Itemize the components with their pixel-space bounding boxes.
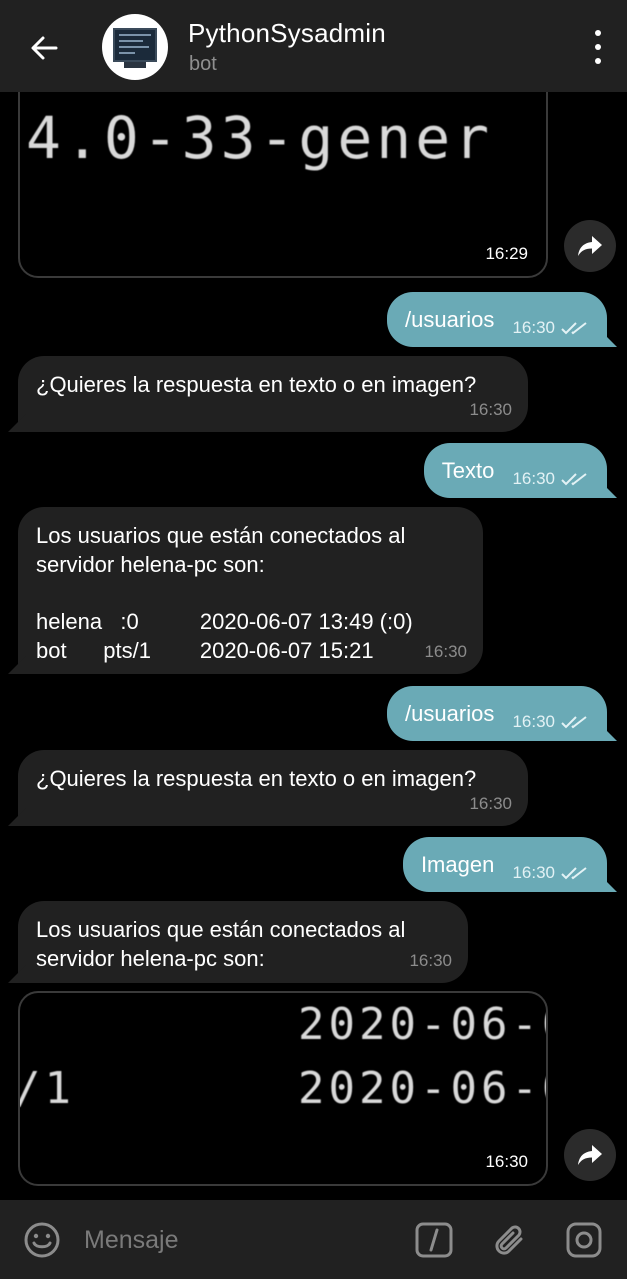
message-time: 16:30: [512, 318, 555, 337]
back-arrow-icon[interactable]: [24, 28, 64, 68]
chat-header: PythonSysadmin bot: [0, 0, 627, 92]
image-text: 2020-06-0: [298, 999, 548, 1050]
message-time: 16:30: [485, 1152, 528, 1171]
image-text: /1: [18, 1063, 75, 1114]
image-message[interactable]: 4.0-33-gener 16:29: [18, 92, 548, 278]
incoming-message[interactable]: Los usuarios que están conectados al ser…: [8, 901, 468, 983]
message-text: Imagen: [420, 852, 495, 877]
message-time: 16:30: [424, 642, 467, 661]
message-text: bot pts/1 2020-06-07 15:21: [36, 638, 374, 663]
image-text: 4.0-33-gener: [26, 104, 494, 172]
bot-commands-icon[interactable]: [414, 1220, 454, 1260]
message-text: ¿Quieres la respuesta en texto o en imag…: [36, 766, 477, 791]
camera-icon[interactable]: [564, 1220, 604, 1260]
share-icon: [578, 236, 602, 256]
message-text: Los usuarios que están conectados al: [36, 917, 406, 942]
incoming-message[interactable]: Los usuarios que están conectados al ser…: [8, 507, 483, 674]
emoji-icon[interactable]: [22, 1220, 62, 1260]
message-input[interactable]: Mensaje: [84, 1226, 179, 1255]
message-text: Texto: [441, 458, 495, 483]
image-text: 2020-06-0: [298, 1063, 548, 1114]
message-time: 16:30: [512, 712, 555, 731]
outgoing-message[interactable]: /usuarios 16:30: [387, 292, 617, 347]
more-options-icon[interactable]: [591, 30, 605, 64]
attach-icon[interactable]: [490, 1220, 530, 1260]
double-check-icon: [561, 321, 587, 334]
chat-subtitle: bot: [189, 53, 217, 75]
message-text: ¿Quieres la respuesta en texto o en imag…: [36, 372, 477, 397]
message-time: 16:30: [469, 794, 512, 813]
share-button[interactable]: [564, 220, 616, 272]
message-text: /usuarios: [405, 701, 495, 726]
share-button[interactable]: [564, 1129, 616, 1181]
outgoing-message[interactable]: /usuarios 16:30: [387, 686, 617, 741]
message-text: servidor helena-pc son:: [36, 552, 265, 577]
monitor-icon: [113, 28, 157, 62]
message-text: helena :0 2020-06-07 13:49 (:0): [36, 609, 413, 634]
message-text: Los usuarios que están conectados al: [36, 523, 406, 548]
chat-title[interactable]: PythonSysadmin: [188, 18, 386, 49]
double-check-icon: [561, 715, 587, 728]
message-text: /usuarios: [405, 307, 495, 332]
incoming-message[interactable]: ¿Quieres la respuesta en texto o en imag…: [8, 750, 528, 826]
outgoing-message[interactable]: Texto 16:30: [423, 443, 617, 498]
incoming-message[interactable]: ¿Quieres la respuesta en texto o en imag…: [8, 356, 528, 432]
message-time: 16:30: [409, 951, 452, 970]
share-icon: [578, 1145, 602, 1165]
message-text: servidor helena-pc son:: [36, 946, 265, 971]
double-check-icon: [561, 866, 587, 879]
image-message[interactable]: 2020-06-0 /1 2020-06-0 16:30: [18, 991, 548, 1186]
double-check-icon: [561, 472, 587, 485]
message-time: 16:30: [469, 400, 512, 419]
message-time: 16:30: [512, 469, 555, 488]
message-list[interactable]: 4.0-33-gener 16:29 /usuarios 16:30 ¿Quie…: [0, 92, 627, 1200]
message-time: 16:29: [485, 244, 528, 263]
message-composer: Mensaje: [0, 1200, 627, 1279]
message-time: 16:30: [512, 863, 555, 882]
outgoing-message[interactable]: Imagen 16:30: [402, 837, 617, 892]
avatar[interactable]: [102, 14, 168, 80]
